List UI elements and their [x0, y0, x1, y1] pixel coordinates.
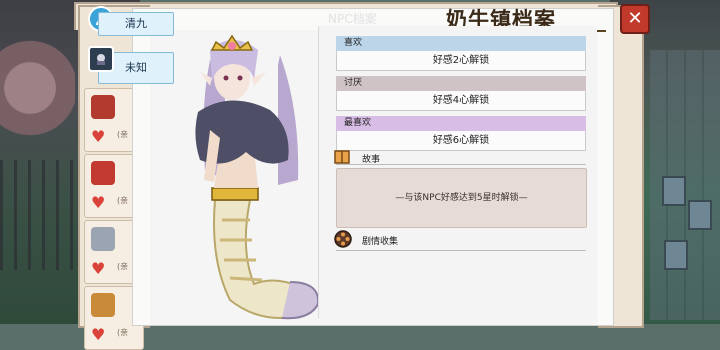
locked-value: 好感2心解锁	[336, 51, 586, 71]
heart-icon: ♥	[91, 127, 106, 146]
tab-label: 清九	[125, 17, 147, 30]
section-header: 讨厌	[336, 76, 586, 91]
close-icon: ✕	[627, 8, 643, 29]
list-item-tag: (亲	[117, 196, 129, 205]
locked-value: 好感6心解锁	[336, 131, 586, 151]
plot-collection-label: 剧情收集	[362, 237, 399, 247]
npc-portrait-icon	[91, 161, 115, 185]
section-header: 喜欢	[336, 36, 586, 51]
background-statue	[662, 176, 686, 206]
divider	[336, 250, 586, 251]
heart-icon: ♥	[91, 193, 106, 212]
npc-portrait-icon	[91, 293, 115, 317]
list-item-tag: (亲	[117, 262, 129, 271]
book-icon	[334, 150, 350, 164]
story-locked-box: —与该NPC好感达到5星时解锁—	[336, 168, 587, 228]
tab-qingjiu[interactable]: 清九	[98, 12, 174, 36]
story-locked-text: —与该NPC好感达到5星时解锁—	[395, 193, 528, 203]
section-header: 最喜欢	[336, 116, 586, 131]
divider	[336, 164, 586, 165]
npc-character-sprite	[195, 34, 320, 320]
preference-disliked: 讨厌 好感4心解锁	[336, 76, 586, 111]
preference-liked: 喜欢 好感2心解锁	[336, 36, 586, 71]
heart-icon: ♥	[91, 259, 106, 278]
list-item-tag: (亲	[117, 130, 129, 139]
background-fence	[0, 160, 80, 270]
background-tree	[0, 40, 75, 160]
locked-value: 好感4心解锁	[336, 91, 586, 111]
background-statue	[664, 240, 688, 270]
faded-title: NPC档案	[328, 12, 377, 26]
heart-icon: ♥	[91, 325, 106, 344]
tab-label: 未知	[125, 61, 147, 74]
preference-favorite: 最喜欢 好感6心解锁	[336, 116, 586, 151]
npc-portrait-icon	[91, 95, 115, 119]
background-statue	[688, 200, 712, 230]
film-reel-icon	[334, 230, 352, 248]
character-portrait-icon	[88, 46, 114, 72]
npc-portrait-icon	[91, 227, 115, 251]
list-item-tag: (亲	[117, 328, 129, 337]
close-button[interactable]: ✕	[620, 4, 650, 34]
